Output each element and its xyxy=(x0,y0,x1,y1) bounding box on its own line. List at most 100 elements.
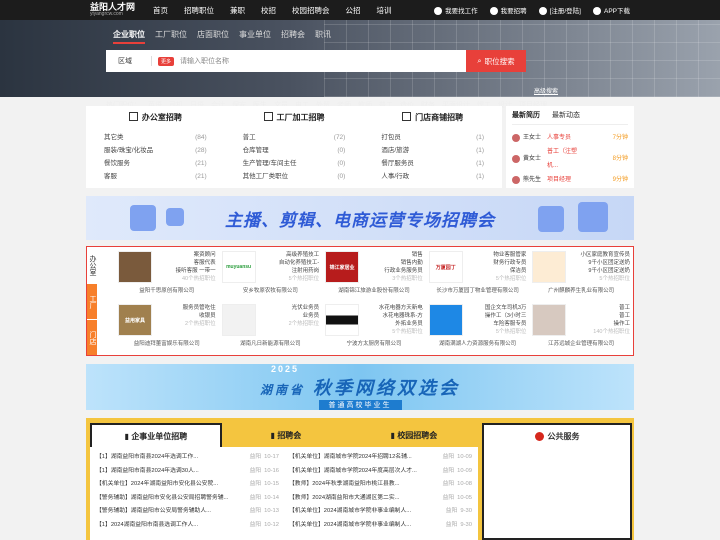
category-row[interactable]: 客服 (21) xyxy=(104,170,207,183)
company-card[interactable]: 小区家庭教育宣传员 9千小区团定送奶 9千小区团定送奶 5个热招职位 广州麒麟养生乳业有… xyxy=(529,249,633,302)
job-title[interactable]: 小区家庭教育宣传员 xyxy=(569,251,630,259)
job-title[interactable]: 9千小区团定送奶 xyxy=(569,259,630,267)
job-title[interactable]: 9千小区团定送奶 xyxy=(569,267,630,275)
company-name[interactable]: 安乡牧原农牧有限公司 xyxy=(222,286,320,294)
job-title[interactable]: 销售 xyxy=(362,251,423,259)
company-name[interactable]: 益阳迪拜董富娱乐有限公司 xyxy=(118,339,216,347)
nav-training[interactable]: 培训 xyxy=(377,5,392,16)
more-badge[interactable]: 更多 xyxy=(158,56,175,66)
list-item[interactable]: 【警务辅助】湖南益阳市安化县公安局招聘警务辅... 益阳 10-14 xyxy=(96,492,279,506)
resume-item[interactable]: 王女士 人事专员 7分钟 xyxy=(512,131,628,145)
nav-jobs[interactable]: 招聘职位 xyxy=(184,5,214,16)
company-card[interactable]: 水花电器方天新电 水花电器珠系-方 外拓业务员 5个热招职位 宁波方太厨房有限公司 xyxy=(322,302,426,355)
list-item[interactable]: 【教师】2024年秋季湖南益阳市桃江县教... 益阳 10-08 xyxy=(289,478,472,492)
category-row[interactable]: 其他工厂类职位 (0) xyxy=(243,170,346,183)
side-tab-office[interactable]: 办公室 xyxy=(87,247,97,283)
app-download-link[interactable]: APP下载 xyxy=(592,5,630,16)
nav-campus[interactable]: 校招 xyxy=(261,5,276,16)
job-title[interactable]: 行政业务服务员 xyxy=(362,267,423,275)
site-logo[interactable]: 益阳人才网 yiyangrcw.com xyxy=(90,3,135,17)
office-category-title[interactable]: 办公室招聘 xyxy=(104,112,207,123)
job-title[interactable]: 操作工 xyxy=(569,320,630,328)
tab-campus-fairs[interactable]: ▮ 校园招聘会 xyxy=(350,423,478,447)
area-select[interactable]: 区域 xyxy=(106,56,152,66)
category-row[interactable]: 酒店/旅游 (1) xyxy=(381,144,484,157)
list-item[interactable]: 【1】2024湖南益阳市南县选调工作人... 益阳 10-12 xyxy=(96,519,279,533)
job-title[interactable]: 收银员 xyxy=(155,312,216,320)
category-row[interactable]: 仓库管理 (0) xyxy=(243,144,346,157)
company-card[interactable]: muyuansu 高级养殖技工 自动化养殖技工- 注射用药岗 5个热招职位 安乡牧原农牧有… xyxy=(219,249,323,302)
tab-latest-resumes[interactable]: 最新简历 xyxy=(512,110,540,120)
job-title[interactable]: 操作工（3小时三 xyxy=(466,312,527,320)
job-title[interactable]: 车险客服专员 xyxy=(466,320,526,328)
tab-job-news[interactable]: 职讯 xyxy=(315,29,331,44)
job-title[interactable]: 外拓业务员 xyxy=(362,320,423,328)
list-item[interactable]: 【1】湖南益阳市南县2024年选调工作... 益阳 10-17 xyxy=(96,451,279,465)
autumn-fair-banner[interactable]: 2025 湖南省 秋季网络双选会 普通高校毕业生 xyxy=(86,364,634,410)
job-title[interactable]: 注射用药岗 xyxy=(259,267,320,275)
company-card[interactable]: 锦江家居业 销售 销售内勤 行政业务服务员 3个热招职位 湖南锦江旅游业股份有限公司 xyxy=(322,249,426,302)
list-item[interactable]: 【机关单位】2024湖南城市学院非事业编制人... 益阳 9-30 xyxy=(289,505,472,519)
livestream-fair-banner[interactable]: 主播、剪辑、电商运营专场招聘会 xyxy=(86,196,634,240)
category-row[interactable]: 普工 (72) xyxy=(243,131,346,144)
list-item[interactable]: 【警务辅助】湖南益阳市公安局警务辅助人... 益阳 10-13 xyxy=(96,505,279,519)
find-job-link[interactable]: 我要找工作 xyxy=(434,5,478,16)
tab-institution-recruit[interactable]: ▮ 企事业单位招聘 xyxy=(90,423,222,447)
job-title[interactable]: 案资顾问 xyxy=(155,251,216,259)
resume-item[interactable]: 黄女士 普工（注塑机... 8分钟 xyxy=(512,145,628,173)
recruit-link[interactable]: 我要招聘 xyxy=(489,5,527,16)
job-title[interactable]: 客服代表 xyxy=(155,259,216,267)
job-title[interactable]: 普工 xyxy=(569,304,630,312)
company-name[interactable]: 湖南锦江旅游业股份有限公司 xyxy=(325,286,423,294)
search-button[interactable]: ⌕ 职位搜索 xyxy=(466,50,526,72)
company-name[interactable]: 宁波方太厨房有限公司 xyxy=(325,339,423,347)
store-category-title[interactable]: 门店商铺招聘 xyxy=(381,112,484,123)
side-tab-factory[interactable]: 工厂 xyxy=(87,283,97,319)
tab-latest-news[interactable]: 最新动态 xyxy=(552,110,580,120)
list-item[interactable]: 【机关单位】2024年湖南益阳市安化县公安院... 益阳 10-15 xyxy=(96,478,279,492)
job-title[interactable]: 接听客服 一带一 xyxy=(155,267,216,275)
job-title[interactable]: 业务员 xyxy=(259,312,320,320)
job-title[interactable]: 销售内勤 xyxy=(362,259,423,267)
company-name[interactable]: 湖南凡日新能源有限公司 xyxy=(222,339,320,347)
job-title[interactable]: 保洁员 xyxy=(466,267,527,275)
tab-job-fair[interactable]: 招聘会 xyxy=(281,29,305,44)
company-card[interactable]: 万厦园丁 物业客服管家 财务行政专员 保洁员 5个热招职位 长沙市万厦园丁物业管理有限公司 xyxy=(426,249,530,302)
factory-category-title[interactable]: 工厂加工招聘 xyxy=(243,112,346,123)
category-row[interactable]: 其它类 (84) xyxy=(104,131,207,144)
list-item[interactable]: 【机关单位】2024湖南城市学院非事业编制人... 益阳 9-30 xyxy=(289,519,472,533)
company-name[interactable]: 益阳千思原创有限公司 xyxy=(118,286,216,294)
resume-item[interactable]: 熊先生 项目经理 9分钟 xyxy=(512,173,628,187)
category-row[interactable]: 打包员 (1) xyxy=(381,131,484,144)
job-title[interactable]: 水花电器珠系-方 xyxy=(362,312,422,320)
tab-factory-jobs[interactable]: 工厂职位 xyxy=(155,29,187,44)
company-card[interactable]: 益用家具 服务员管吃住 收银员 2个热招职位 益阳迪拜董富娱乐有限公司 xyxy=(115,302,219,355)
list-item[interactable]: 【机关单位】湖南城市学院2024年度高层次人才... 益阳 10-09 xyxy=(289,465,472,479)
list-item[interactable]: 【教师】2024湖南益阳市大通湖区第二实... 益阳 10-05 xyxy=(289,492,472,506)
category-row[interactable]: 餐饮服务 (21) xyxy=(104,157,207,170)
category-row[interactable]: 服装/珠宝/化妆品 (28) xyxy=(104,144,207,157)
side-tab-store[interactable]: 门店 xyxy=(87,319,97,355)
tab-job-fairs[interactable]: ▮ 招聘会 xyxy=(222,423,350,447)
company-name[interactable]: 江苏远城企业管理有限公司 xyxy=(532,339,630,347)
company-card[interactable]: 国企文车司机3万 操作工（3小时三 车险客服专员 5个热招职位 湖南满湖人力资源服务有限… xyxy=(426,302,530,355)
company-card[interactable]: 光伏业务员 业务员 2个热招职位 湖南凡日新能源有限公司 xyxy=(219,302,323,355)
company-name[interactable]: 湖南满湖人力资源服务有限公司 xyxy=(429,339,527,347)
job-title[interactable]: 高级养殖技工 xyxy=(259,251,319,259)
list-item[interactable]: 【1】湖南益阳市南县2024年选调30人... 益阳 10-16 xyxy=(96,465,279,479)
public-service-title[interactable]: 公共服务 xyxy=(484,425,630,447)
job-title[interactable]: 普工 xyxy=(569,312,630,320)
company-name[interactable]: 广州麒麟养生乳业有限公司 xyxy=(532,286,630,294)
job-title[interactable]: 国企文车司机3万 xyxy=(466,304,527,312)
category-row[interactable]: 人事/行政 (1) xyxy=(381,170,484,183)
search-input[interactable]: 请输入职位名称 xyxy=(180,56,229,66)
job-title[interactable]: 自动化养殖技工- xyxy=(259,259,319,267)
job-title[interactable]: 财务行政专员 xyxy=(466,259,526,267)
category-row[interactable]: 餐厅服务员 (1) xyxy=(381,157,484,170)
tab-public-institution[interactable]: 事业单位 xyxy=(239,29,271,44)
job-title[interactable]: 服务员管吃住 xyxy=(155,304,216,312)
nav-campus-fair[interactable]: 校园招聘会 xyxy=(292,5,330,16)
tab-enterprise-jobs[interactable]: 企业职位 xyxy=(113,29,145,44)
job-title[interactable]: 物业客服管家 xyxy=(466,251,526,259)
company-card[interactable]: 普工 普工 操作工 140个热招职位 江苏远城企业管理有限公司 xyxy=(529,302,633,355)
